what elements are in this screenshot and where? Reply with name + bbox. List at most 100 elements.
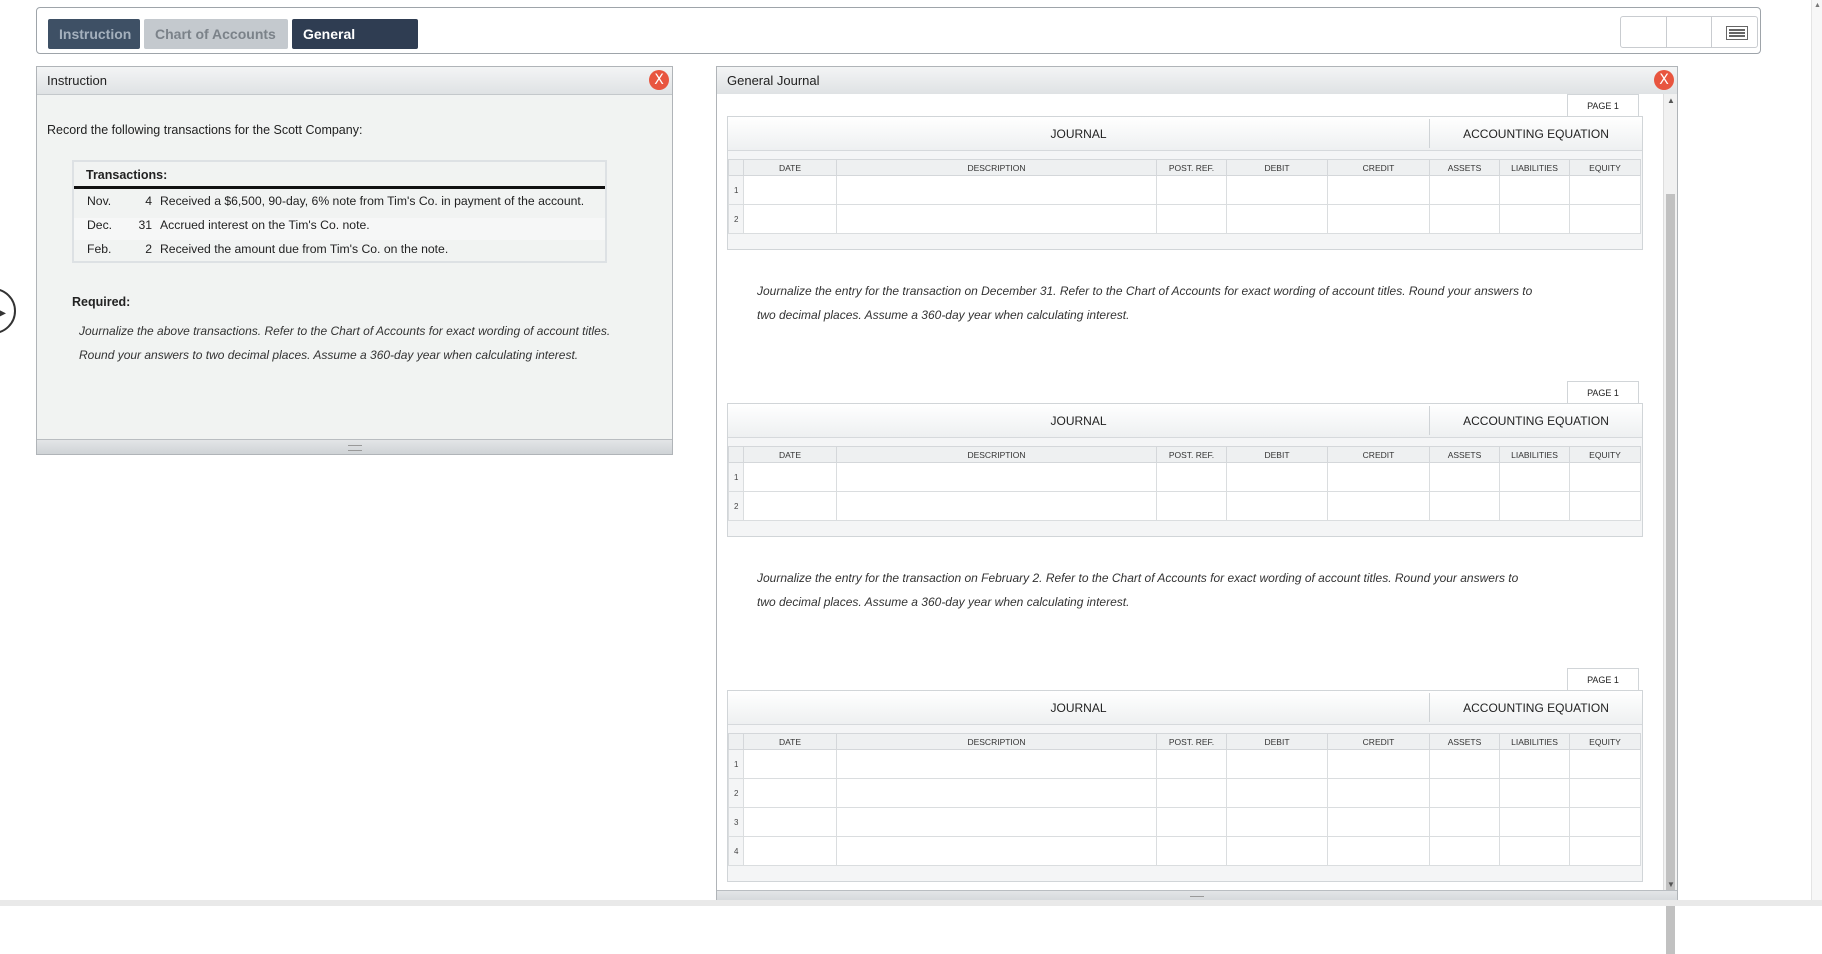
page-horizontal-scrollbar[interactable] [0,900,1822,906]
post-ref-cell[interactable] [1156,462,1227,492]
equity-cell[interactable] [1569,778,1641,808]
liabilities-cell[interactable] [1499,836,1570,866]
credit-cell[interactable] [1327,204,1430,234]
debit-cell[interactable] [1226,778,1328,808]
equity-cell[interactable] [1569,462,1641,492]
description-cell[interactable] [836,175,1157,205]
post-ref-cell[interactable] [1156,204,1227,234]
tab-instruction[interactable]: Instruction [48,19,140,49]
credit-cell[interactable] [1327,175,1430,205]
equity-cell[interactable] [1569,204,1641,234]
liabilities-cell[interactable] [1499,807,1570,837]
row-number-header [728,446,744,463]
assets-cell[interactable] [1429,204,1500,234]
journal-label: JOURNAL [1050,127,1107,141]
liabilities-cell[interactable] [1499,175,1570,205]
credit-cell[interactable] [1327,778,1430,808]
journal-scroll-area[interactable]: PAGE 1 JOURNAL ACCOUNTING EQUATION DATE … [717,94,1663,891]
post-ref-cell[interactable] [1156,175,1227,205]
journal-panel-header: General Journal X [717,67,1677,95]
assets-cell[interactable] [1429,807,1500,837]
description-cell[interactable] [836,462,1157,492]
transaction-text: Accrued interest on the Tim's Co. note. [160,218,370,232]
equity-cell[interactable] [1569,836,1641,866]
post-ref-column-header: POST. REF. [1156,733,1227,750]
description-cell[interactable] [836,778,1157,808]
instruction-panel: Instruction X Record the following trans… [36,66,673,455]
description-cell[interactable] [836,204,1157,234]
liabilities-column-header: LIABILITIES [1499,446,1570,463]
assets-column-header: ASSETS [1429,446,1500,463]
date-cell[interactable] [743,491,837,521]
description-cell[interactable] [836,749,1157,779]
instruction-resize-handle[interactable] [37,439,672,454]
debit-cell[interactable] [1226,836,1328,866]
liabilities-cell[interactable] [1499,462,1570,492]
description-cell[interactable] [836,807,1157,837]
equity-cell[interactable] [1569,749,1641,779]
credit-cell[interactable] [1327,836,1430,866]
date-cell[interactable] [743,204,837,234]
scroll-down-arrow-icon[interactable]: ▼ [1667,880,1675,889]
journal-table: JOURNAL ACCOUNTING EQUATION DATE DESCRIP… [727,403,1643,537]
date-cell[interactable] [743,175,837,205]
post-ref-cell[interactable] [1156,807,1227,837]
assets-cell[interactable] [1429,491,1500,521]
post-ref-cell[interactable] [1156,491,1227,521]
liabilities-cell[interactable] [1499,204,1570,234]
liabilities-cell[interactable] [1499,491,1570,521]
credit-cell[interactable] [1327,807,1430,837]
credit-column-header: CREDIT [1327,446,1430,463]
date-cell[interactable] [743,807,837,837]
debit-cell[interactable] [1226,462,1328,492]
date-cell[interactable] [743,462,837,492]
expand-arrow-icon[interactable]: ▶ [0,288,16,334]
date-cell[interactable] [743,778,837,808]
date-cell[interactable] [743,836,837,866]
description-cell[interactable] [836,836,1157,866]
credit-cell[interactable] [1327,491,1430,521]
tab-chart-of-accounts[interactable]: Chart of Accounts [144,19,288,49]
transactions-divider [74,186,605,189]
toolbar-button-1[interactable] [1621,17,1667,47]
equity-cell[interactable] [1569,807,1641,837]
description-cell[interactable] [836,491,1157,521]
debit-cell[interactable] [1226,175,1328,205]
page-scrollbar[interactable]: ▲ [1811,0,1822,906]
scroll-up-arrow-icon[interactable]: ▲ [1667,96,1675,105]
row-number-header [728,733,744,750]
assets-cell[interactable] [1429,462,1500,492]
table-row: 1 [728,462,1641,492]
credit-cell[interactable] [1327,462,1430,492]
journal-close-button[interactable]: X [1654,70,1674,90]
instruction-intro: Record the following transactions for th… [47,123,363,137]
debit-cell[interactable] [1226,749,1328,779]
menu-button[interactable] [1712,17,1757,47]
liabilities-cell[interactable] [1499,749,1570,779]
assets-cell[interactable] [1429,175,1500,205]
debit-cell[interactable] [1226,204,1328,234]
assets-cell[interactable] [1429,749,1500,779]
liabilities-cell[interactable] [1499,778,1570,808]
description-column-header: DESCRIPTION [836,733,1157,750]
hamburger-menu-icon [1726,26,1749,40]
page-scroll-up-icon[interactable]: ▲ [1814,2,1821,9]
instruction-close-button[interactable]: X [649,70,669,90]
scrollbar-thumb[interactable] [1666,194,1675,954]
journal-scrollbar[interactable]: ▲ ▼ [1663,94,1677,954]
tab-general-journal[interactable]: General Journal [292,19,418,72]
debit-cell[interactable] [1226,491,1328,521]
page-tab: PAGE 1 [1567,381,1639,403]
equity-cell[interactable] [1569,491,1641,521]
post-ref-cell[interactable] [1156,778,1227,808]
row-number: 4 [728,836,744,866]
assets-cell[interactable] [1429,778,1500,808]
credit-cell[interactable] [1327,749,1430,779]
equity-cell[interactable] [1569,175,1641,205]
post-ref-cell[interactable] [1156,836,1227,866]
toolbar-button-2[interactable] [1667,17,1713,47]
debit-cell[interactable] [1226,807,1328,837]
date-cell[interactable] [743,749,837,779]
assets-cell[interactable] [1429,836,1500,866]
post-ref-cell[interactable] [1156,749,1227,779]
